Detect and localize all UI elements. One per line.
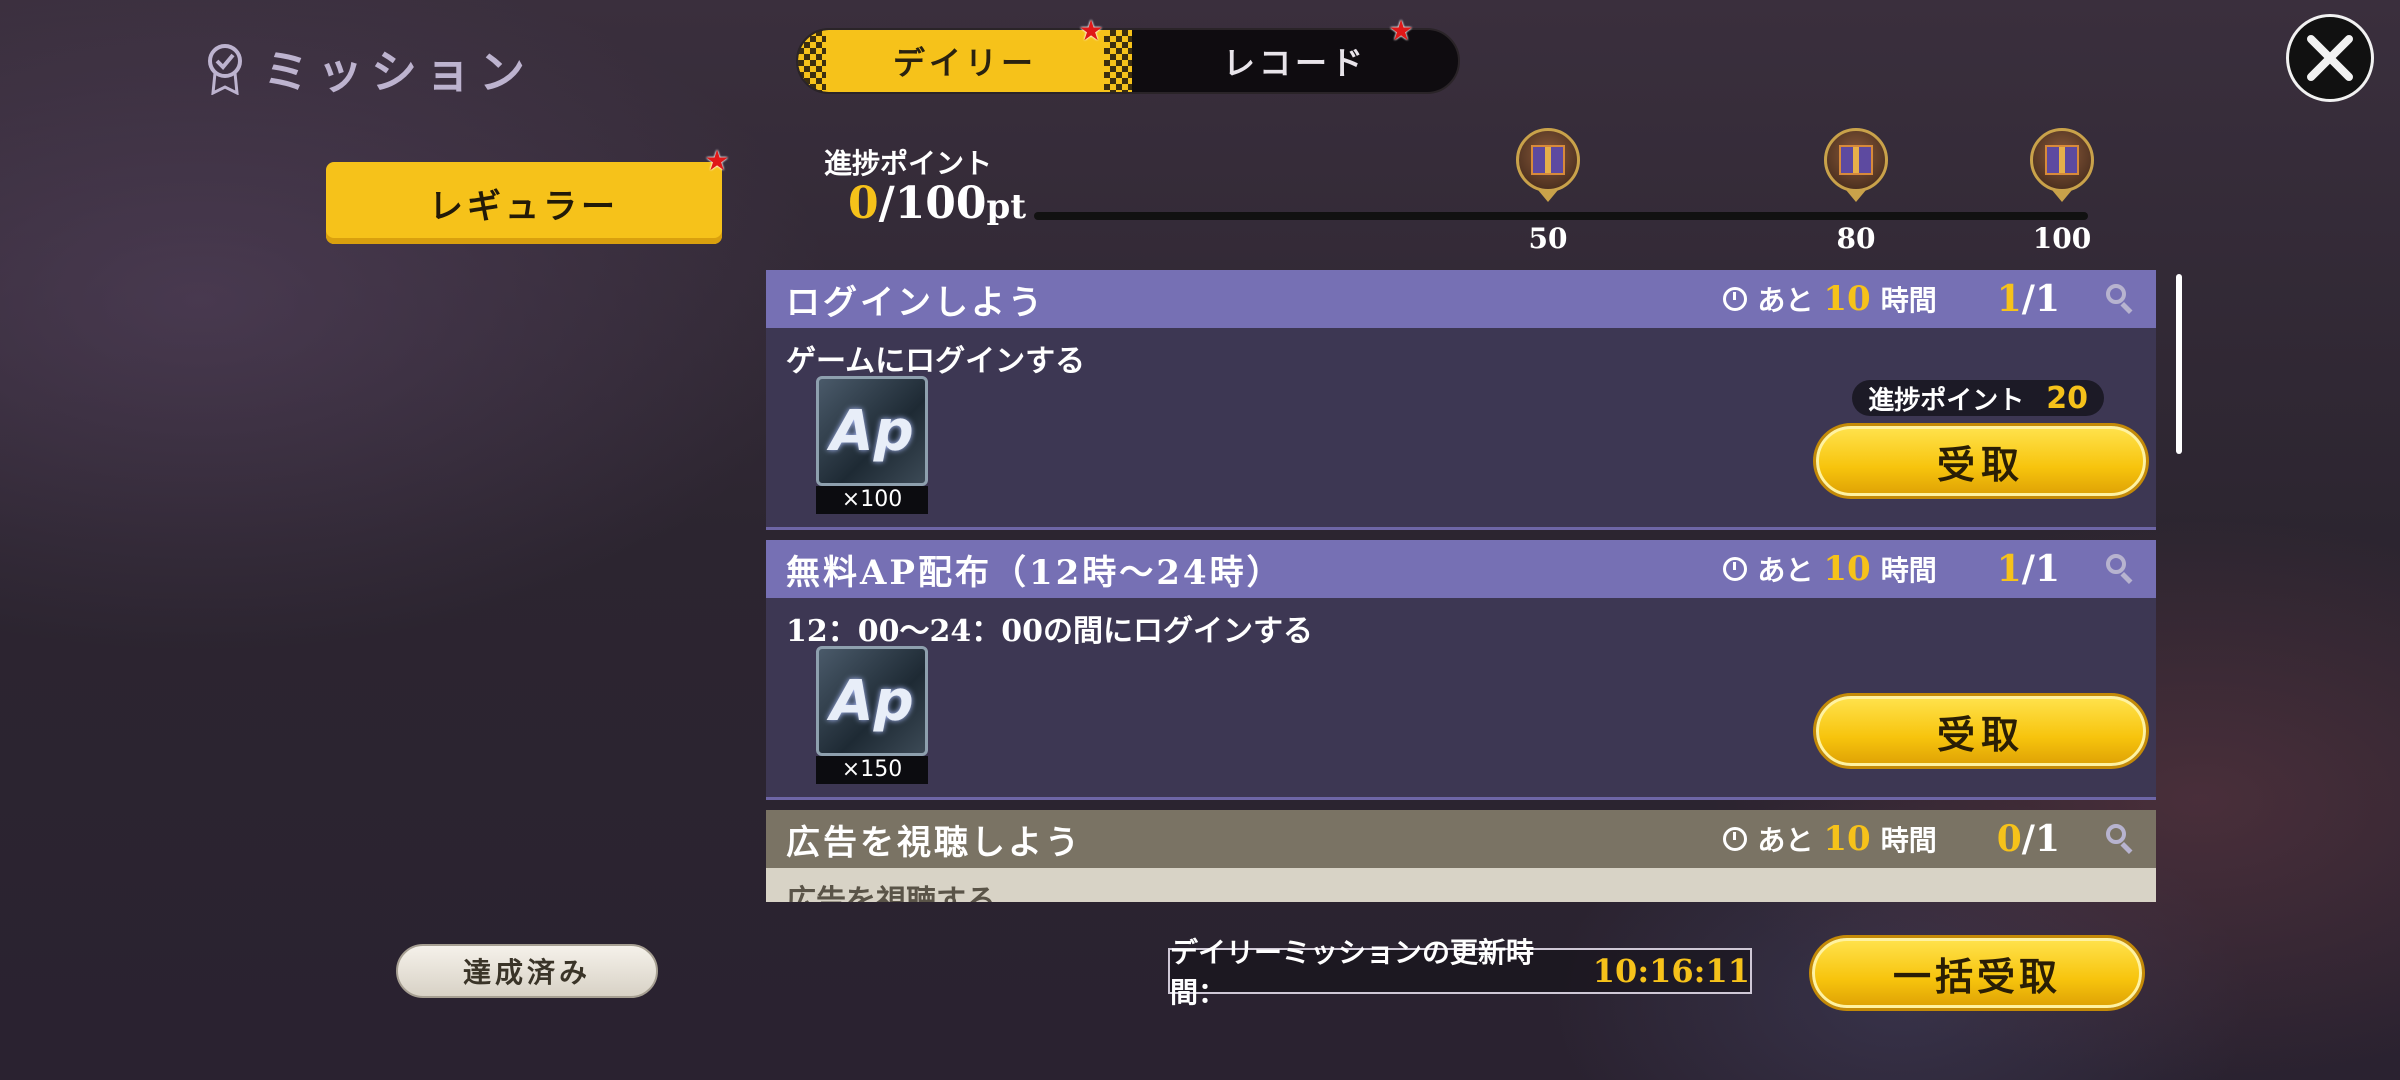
count-current: 1	[1996, 548, 2022, 590]
list-scrollbar[interactable]	[2176, 274, 2182, 454]
mission-count: 1/1	[1997, 548, 2060, 590]
timer-icon	[1723, 287, 1748, 311]
timer-icon	[1723, 557, 1748, 581]
mission-medal-icon	[208, 44, 242, 95]
close-icon	[2307, 35, 2353, 81]
mission-card-header: ログインしよう あと 10 時間 1/1	[766, 270, 2156, 328]
notification-star-icon: ★	[704, 144, 730, 177]
category-regular-tab[interactable]: レギュラー	[326, 162, 722, 244]
reward-item[interactable]: Ap ×100	[816, 376, 928, 514]
count-total: /1	[2021, 548, 2060, 590]
count-current: 1	[1996, 278, 2022, 320]
count-current: 0	[1996, 818, 2022, 860]
bulk-claim-button[interactable]: 一括受取	[1812, 938, 2142, 1008]
reward-quantity: ×100	[816, 486, 928, 514]
reset-label: デイリーミッションの更新時間：	[1170, 936, 1535, 1009]
mission-description: ゲームにログインする	[786, 344, 1086, 379]
notification-star-icon: ★	[1078, 14, 1104, 47]
category-regular-label: レギュラー	[429, 186, 619, 227]
remaining-suffix: 時間	[1880, 824, 1937, 857]
milestone-label: 50	[1528, 222, 1568, 255]
points-label: 進捗ポイント	[1868, 385, 2025, 416]
mission-title: 無料AP配布（12時～24時）	[786, 552, 1284, 593]
completed-missions-button[interactable]: 達成済み	[396, 944, 658, 998]
progress-label: 進捗ポイント	[824, 147, 993, 180]
milestone-reward-100[interactable]	[2026, 128, 2098, 208]
reset-time: 10:16:11	[1592, 952, 1750, 990]
mission-card: 無料AP配布（12時～24時） あと 10 時間 1/1 12：00～24：00…	[766, 540, 2156, 800]
mission-count: 0/1	[1997, 818, 2060, 860]
page-title: ミッション	[263, 45, 533, 99]
mission-card: ログインしよう あと 10 時間 1/1 ゲームにログインする Ap ×100 …	[766, 270, 2156, 530]
progress-points-badge: 進捗ポイント 20	[1852, 380, 2104, 416]
mission-description: 12：00～24：00の間にログインする	[786, 614, 1313, 649]
mission-list[interactable]: ログインしよう あと 10 時間 1/1 ゲームにログインする Ap ×100 …	[766, 270, 2156, 902]
search-icon[interactable]	[2106, 824, 2136, 854]
count-total: /1	[2021, 818, 2060, 860]
progress-current: 0	[848, 178, 879, 229]
search-icon[interactable]	[2106, 554, 2136, 584]
completed-button-label: 達成済み	[462, 956, 591, 989]
mission-title: ログインしよう	[786, 282, 1045, 323]
timer-icon	[1723, 827, 1748, 851]
progress-bar	[1034, 212, 2088, 220]
tab-daily-label: デイリー	[892, 44, 1037, 82]
mission-card: 広告を視聴しよう あと 10 時間 0/1 広告を視聴する	[766, 810, 2156, 902]
points-value: 20	[2046, 380, 2088, 416]
ap-icon: Ap	[816, 646, 928, 756]
remaining-suffix: 時間	[1880, 554, 1937, 587]
notification-star-icon: ★	[1388, 14, 1414, 47]
claim-button[interactable]: 受取	[1816, 696, 2146, 766]
gift-box-icon	[1824, 128, 1888, 192]
close-button[interactable]	[2286, 14, 2374, 102]
remaining-suffix: 時間	[1880, 284, 1937, 317]
claim-button-label: 受取	[1936, 711, 2025, 757]
remaining-prefix: あと	[1757, 284, 1814, 317]
milestone-label: 80	[1836, 222, 1876, 255]
screen-header: ミッション	[205, 36, 533, 102]
gift-box-icon	[2030, 128, 2094, 192]
remaining-prefix: あと	[1757, 554, 1814, 587]
mission-tabs: デイリー レコード	[796, 28, 1460, 94]
remaining-hours: 10	[1823, 279, 1871, 319]
search-icon[interactable]	[2106, 284, 2136, 314]
ap-icon: Ap	[816, 376, 928, 486]
progress-value: 0/100pt	[848, 178, 1026, 229]
mission-card-header: 無料AP配布（12時～24時） あと 10 時間 1/1	[766, 540, 2156, 598]
milestone-label: 100	[2032, 222, 2092, 255]
mission-title: 広告を視聴しよう	[786, 822, 1082, 863]
bulk-claim-label: 一括受取	[1892, 953, 2061, 999]
remaining-hours: 10	[1823, 549, 1871, 589]
milestone-reward-50[interactable]	[1512, 128, 1584, 208]
milestone-reward-80[interactable]	[1820, 128, 1892, 208]
mission-count: 1/1	[1997, 278, 2060, 320]
mission-card-header: 広告を視聴しよう あと 10 時間 0/1	[766, 810, 2156, 868]
remaining-hours: 10	[1823, 819, 1871, 859]
reward-quantity: ×150	[816, 756, 928, 784]
claim-button-label: 受取	[1936, 441, 2025, 487]
gift-box-icon	[1516, 128, 1580, 192]
reward-item[interactable]: Ap ×150	[816, 646, 928, 784]
claim-button[interactable]: 受取	[1816, 426, 2146, 496]
remaining-prefix: あと	[1757, 824, 1814, 857]
reset-timer: デイリーミッションの更新時間： 10:16:11	[1168, 936, 1752, 1009]
progress-unit: pt	[986, 187, 1027, 227]
mission-description: 広告を視聴する	[786, 884, 996, 902]
progress-max: /100	[878, 178, 987, 229]
tab-record-label: レコード	[1222, 44, 1367, 82]
count-total: /1	[2021, 278, 2060, 320]
